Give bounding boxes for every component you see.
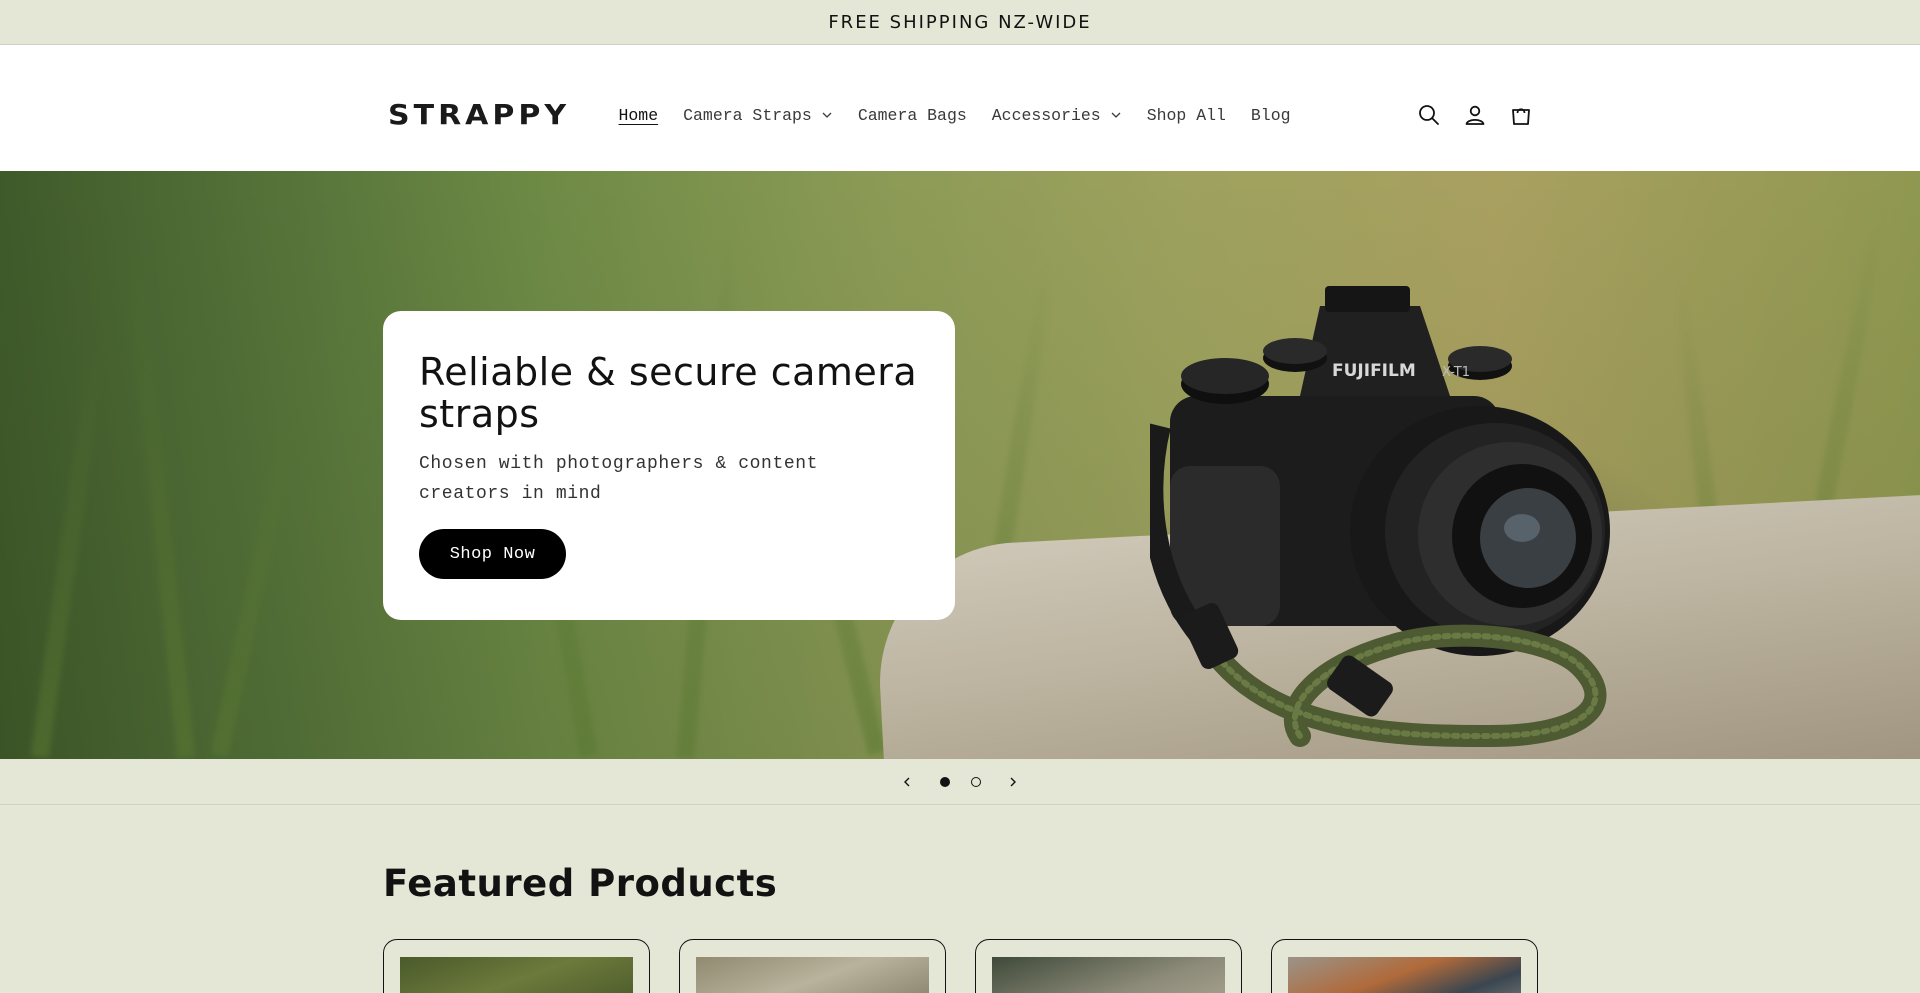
product-image[interactable] xyxy=(696,957,929,993)
hero-subtitle: Chosen with photographers & content crea… xyxy=(419,454,819,504)
logo-text[interactable]: STRAPPY xyxy=(388,99,570,131)
nav-item-home[interactable]: Home xyxy=(606,102,671,129)
nav-item-label[interactable]: Blog xyxy=(1251,106,1291,125)
hero-slideshow: FUJIFILM X-T1 Reliable & secure camera s… xyxy=(0,171,1920,759)
header-icons xyxy=(1413,97,1537,133)
featured-products-title: Featured Products xyxy=(383,862,778,905)
nav-item-shop-all[interactable]: Shop All xyxy=(1134,102,1238,129)
hero-text-card: Reliable & secure camera straps Chosen w… xyxy=(383,311,955,620)
product-image[interactable] xyxy=(1288,957,1521,993)
camera-model: X-T1 xyxy=(1442,365,1470,380)
camera-brand: FUJIFILM xyxy=(1332,361,1416,381)
main-nav: Home Camera Straps Camera Bags Accessori… xyxy=(606,101,1303,129)
announcement-bar: FREE SHIPPING NZ-WIDE xyxy=(0,0,1920,45)
product-image[interactable] xyxy=(992,957,1225,993)
nav-item-camera-straps[interactable]: Camera Straps xyxy=(671,102,846,129)
nav-item-label[interactable]: Camera Bags xyxy=(858,106,967,125)
slide-dot-2[interactable] xyxy=(960,760,991,804)
nav-item-accessories[interactable]: Accessories xyxy=(979,102,1134,129)
search-button[interactable] xyxy=(1413,99,1445,131)
site-header: STRAPPY Home Camera Straps Camera Bags A… xyxy=(0,45,1920,171)
hero-title: Reliable & secure camera straps xyxy=(419,350,918,436)
product-card[interactable] xyxy=(1271,939,1538,993)
logo[interactable]: STRAPPY xyxy=(388,99,570,131)
grass-blade xyxy=(122,239,196,759)
previous-slide-button[interactable] xyxy=(885,760,929,804)
nav-item-blog[interactable]: Blog xyxy=(1238,102,1303,129)
product-image[interactable] xyxy=(400,957,633,993)
search-icon xyxy=(1419,105,1439,125)
product-card[interactable] xyxy=(975,939,1242,993)
product-card[interactable] xyxy=(383,939,650,993)
nav-item-label[interactable]: Accessories xyxy=(992,106,1101,125)
slide-dot-indicator xyxy=(939,776,950,787)
announcement-text: FREE SHIPPING NZ-WIDE xyxy=(828,11,1092,33)
cart-icon xyxy=(1512,108,1530,125)
nav-item-label[interactable]: Home xyxy=(619,106,659,125)
account-icon xyxy=(1465,105,1485,125)
slide-dot-1[interactable] xyxy=(929,760,960,804)
nav-item-label[interactable]: Camera Straps xyxy=(683,106,812,125)
product-grid xyxy=(383,939,1539,993)
product-card[interactable] xyxy=(679,939,946,993)
account-button[interactable] xyxy=(1459,99,1491,131)
chevron-right-icon xyxy=(1010,777,1016,786)
cart-button[interactable] xyxy=(1505,99,1537,131)
chevron-down-icon xyxy=(1111,112,1121,118)
chevron-left-icon xyxy=(904,777,910,786)
shop-now-button[interactable]: Shop Now xyxy=(419,529,566,579)
grass-blade xyxy=(210,381,308,757)
nav-item-camera-bags[interactable]: Camera Bags xyxy=(845,102,979,129)
chevron-down-icon xyxy=(822,112,832,118)
nav-item-label[interactable]: Shop All xyxy=(1147,106,1226,125)
slider-controls xyxy=(0,759,1920,805)
camera-image: FUJIFILM X-T1 xyxy=(1150,286,1610,748)
next-slide-button[interactable] xyxy=(991,760,1035,804)
slide-dot-indicator xyxy=(970,776,981,787)
grass-blade xyxy=(30,339,108,759)
